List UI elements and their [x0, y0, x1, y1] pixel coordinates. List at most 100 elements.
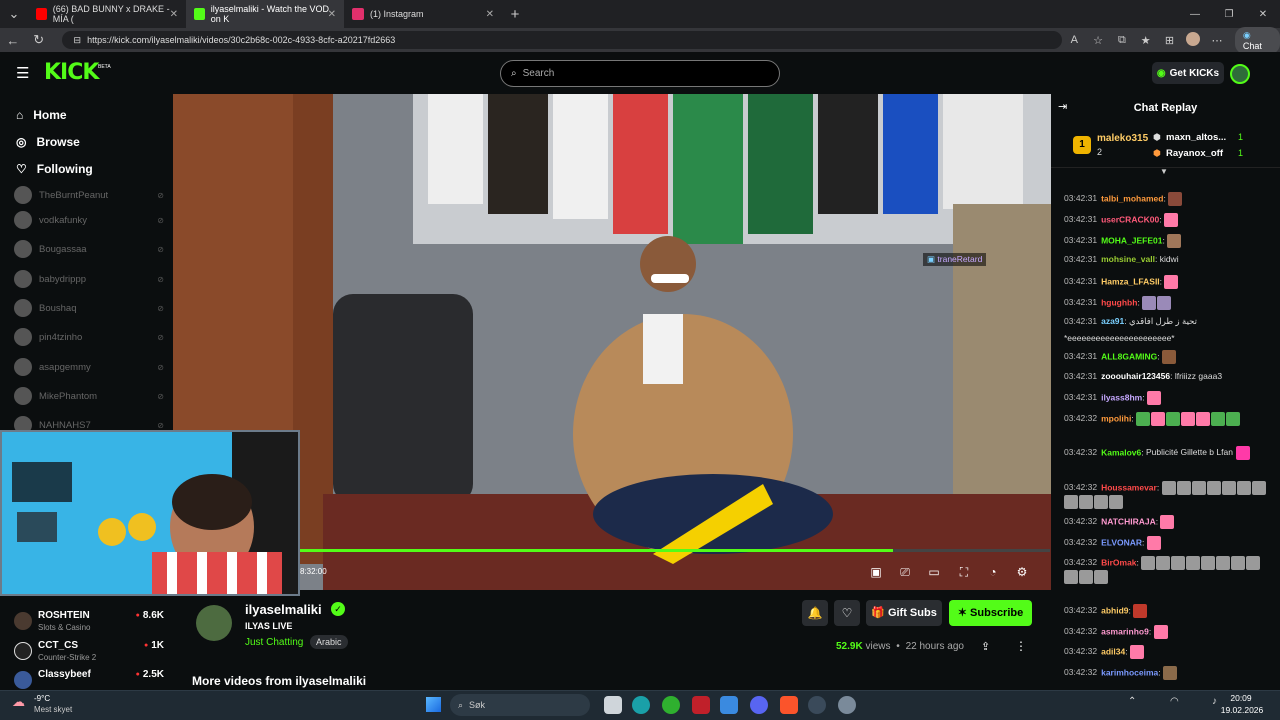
top-gifter-name[interactable]: maxn_altos...	[1166, 132, 1226, 143]
favorite-icon[interactable]: ☆	[1086, 34, 1110, 47]
message-username[interactable]: Kamalov6	[1101, 447, 1141, 457]
tab-kick[interactable]: ilyaselmaliki - Watch the VOD on K ✕	[186, 0, 344, 28]
message-username[interactable]: ilyass8hm	[1101, 392, 1142, 402]
site-info-icon[interactable]: ⊟	[74, 35, 82, 46]
message-username[interactable]: mohsine_vall	[1101, 254, 1155, 264]
following-item[interactable]: asapgemmy ⊘	[14, 358, 164, 376]
following-item[interactable]: pin4tzinho ⊘	[14, 328, 164, 346]
favorites-icon[interactable]: ★	[1134, 34, 1158, 47]
brave-icon[interactable]	[780, 696, 798, 714]
message-username[interactable]: hgughbh	[1101, 297, 1137, 307]
steam-icon[interactable]	[808, 696, 826, 714]
kick-logo[interactable]: KICK	[44, 60, 99, 85]
fullscreen-icon[interactable]: ⛶	[956, 565, 972, 579]
following-item[interactable]: Bougassaa ⊘	[14, 240, 164, 258]
gift-subs-button[interactable]: 🎁 Gift Subs	[866, 600, 942, 626]
message-username[interactable]: BirOmak	[1101, 557, 1136, 567]
theater-icon[interactable]: ▭	[926, 565, 942, 579]
message-username[interactable]: abhid9	[1101, 605, 1128, 615]
clip-icon[interactable]: ⎚	[897, 565, 913, 579]
message-username[interactable]: ALL8GAMING	[1101, 351, 1157, 361]
speed-icon[interactable]: ◔	[985, 565, 1001, 579]
channel-name[interactable]: ilyaselmaliki	[245, 602, 322, 617]
taskbar-search[interactable]: ⌕ Søk	[450, 694, 590, 716]
xbox-icon[interactable]	[662, 696, 680, 714]
following-item[interactable]: MikePhantom ⊘	[14, 387, 164, 405]
following-item[interactable]: babydrippp ⊘	[14, 270, 164, 288]
new-tab-icon[interactable]: +	[502, 6, 528, 23]
windows-start-icon[interactable]	[426, 697, 441, 712]
sidebar-item-browse[interactable]: ◎ Browse	[16, 135, 80, 149]
notification-bell-button[interactable]: 🔔	[802, 600, 828, 626]
message-username[interactable]: adil34	[1101, 646, 1125, 656]
store-icon[interactable]	[720, 696, 738, 714]
sidebar-item-following[interactable]: ♡ Following	[16, 162, 93, 176]
edge-icon[interactable]	[632, 696, 650, 714]
taskbar-date[interactable]: 19.02.2026	[1218, 705, 1266, 715]
sidebar-item-home[interactable]: ⌂ Home	[16, 108, 67, 122]
channel-avatar[interactable]	[196, 605, 232, 641]
maximize-icon[interactable]: ❐	[1212, 9, 1246, 20]
user-avatar[interactable]	[1230, 64, 1250, 84]
copilot-chat-button[interactable]: ◉ Chat	[1234, 26, 1280, 54]
volume-icon[interactable]: ♪	[1212, 696, 1217, 707]
tab-youtube[interactable]: (66) BAD BUNNY x DRAKE - MÍA ( ✕	[28, 0, 186, 28]
address-bar: ← ↻ ⊟ https://kick.com/ilyaselmaliki/vid…	[0, 26, 1280, 54]
message-username[interactable]: Hamza_LFASII	[1101, 276, 1160, 286]
more-options-icon[interactable]: ⋮	[1015, 639, 1027, 653]
message-username[interactable]: userCRACK00	[1101, 214, 1159, 224]
search-input[interactable]: ⌕ Search	[500, 60, 780, 87]
wifi-icon[interactable]: ◠	[1170, 696, 1179, 707]
message-username[interactable]: MOHA_JEFE01	[1101, 235, 1162, 245]
reload-icon[interactable]: ↻	[26, 32, 52, 48]
weather-icon[interactable]: ☁	[12, 694, 25, 710]
subscribe-button[interactable]: ✶ Subscribe	[949, 600, 1032, 626]
more-icon[interactable]: ⋯	[1205, 34, 1229, 47]
extensions-icon[interactable]: ⧉	[1110, 34, 1134, 47]
recommended-item-roshtein[interactable]: ROSHTEIN Slots & Casino 8.6K	[14, 608, 164, 636]
collections-icon[interactable]: ⊞	[1158, 34, 1182, 47]
get-kicks-button[interactable]: ◉ Get KICKs	[1152, 62, 1224, 84]
url-field[interactable]: ⊟ https://kick.com/ilyaselmaliki/videos/…	[61, 31, 1063, 49]
message-username[interactable]: talbi_mohamed	[1101, 193, 1163, 203]
window-close-icon[interactable]: ✕	[1246, 9, 1280, 20]
acrobat-icon[interactable]	[692, 696, 710, 714]
following-item[interactable]: vodkafunky ⊘	[14, 211, 164, 229]
back-icon[interactable]: ←	[0, 33, 26, 48]
tray-chevron-icon[interactable]: ⌃	[1128, 696, 1136, 707]
profile-avatar[interactable]	[1181, 31, 1205, 49]
read-aloud-icon[interactable]: A	[1062, 34, 1086, 46]
discord-icon[interactable]	[750, 696, 768, 714]
follow-button[interactable]: ♡	[834, 600, 860, 626]
top-gifter-name[interactable]: Rayanox_off	[1166, 148, 1223, 159]
menu-icon[interactable]: ☰	[16, 64, 29, 82]
video-player[interactable]: ▣ traneRetard	[173, 94, 1051, 590]
settings-icon[interactable]	[838, 696, 856, 714]
language-tag[interactable]: Arabic	[310, 635, 348, 649]
tab-instagram[interactable]: (1) Instagram ✕	[344, 0, 502, 28]
task-view-icon[interactable]	[604, 696, 622, 714]
close-icon[interactable]: ✕	[328, 9, 336, 20]
message-username[interactable]: asmarinho9	[1101, 626, 1149, 636]
tab-list-icon[interactable]: ⌄	[0, 6, 28, 22]
recommended-item-cct-cs[interactable]: CCT_CS Counter-Strike 2 1K	[14, 638, 164, 666]
message-username[interactable]: Houssamevar	[1101, 482, 1157, 492]
message-username[interactable]: mpolihi	[1101, 413, 1131, 423]
taskbar-time[interactable]: 20:09	[1222, 693, 1260, 703]
category-link[interactable]: Just Chatting	[245, 637, 303, 648]
message-username[interactable]: ELVONAR	[1101, 537, 1142, 547]
message-username[interactable]: NATCHIRAJA	[1101, 516, 1156, 526]
pip-icon[interactable]: ▣	[868, 565, 884, 579]
message-username[interactable]: aza91	[1101, 316, 1124, 326]
settings-icon[interactable]: ⚙	[1014, 565, 1030, 579]
share-icon[interactable]: ⇪	[981, 640, 990, 653]
emote-icon	[1235, 446, 1250, 460]
close-icon[interactable]: ✕	[486, 9, 494, 20]
minimize-icon[interactable]: —	[1178, 9, 1212, 20]
following-item[interactable]: Boushaq ⊘	[14, 299, 164, 317]
top-gifter-name[interactable]: maleko315	[1097, 133, 1148, 144]
message-username[interactable]: karimhoceima	[1101, 667, 1158, 677]
following-item[interactable]: TheBurntPeanut ⊘	[14, 186, 164, 204]
close-icon[interactable]: ✕	[170, 9, 178, 20]
message-username[interactable]: zooouhair123456	[1101, 371, 1170, 381]
